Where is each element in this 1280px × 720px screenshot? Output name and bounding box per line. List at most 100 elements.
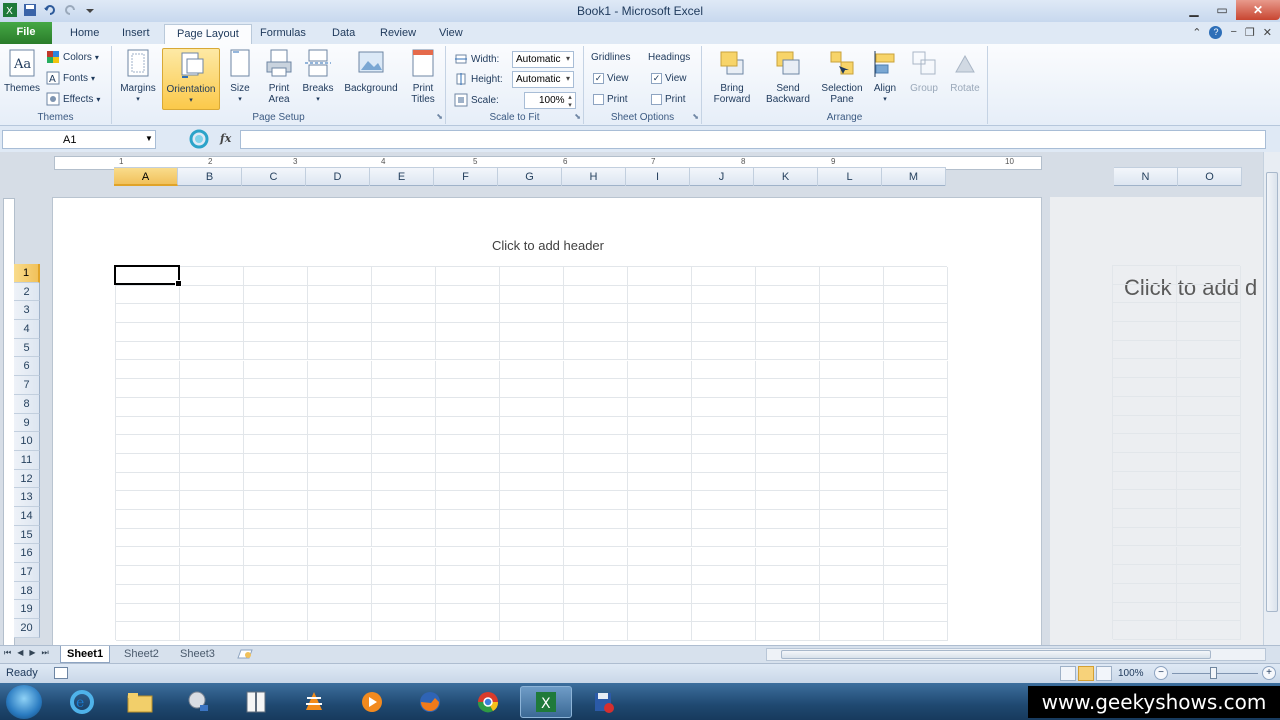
themes-button[interactable]: Aa Themes bbox=[4, 48, 40, 94]
cell[interactable] bbox=[308, 622, 372, 641]
cell[interactable] bbox=[436, 603, 500, 623]
cell[interactable] bbox=[500, 360, 564, 380]
cell[interactable] bbox=[692, 323, 756, 342]
cell[interactable] bbox=[372, 397, 436, 417]
cell[interactable] bbox=[436, 323, 500, 342]
cell[interactable] bbox=[1177, 396, 1241, 416]
cell[interactable] bbox=[180, 510, 244, 529]
print-area-button[interactable]: Print Area bbox=[260, 48, 298, 105]
page-setup-launcher-icon[interactable]: ⬊ bbox=[436, 112, 443, 121]
row-header-15[interactable]: 15 bbox=[14, 525, 40, 545]
cell[interactable] bbox=[692, 285, 756, 305]
last-sheet-icon[interactable]: ⏭ bbox=[42, 648, 49, 658]
cell[interactable] bbox=[628, 454, 692, 473]
cell[interactable] bbox=[1177, 565, 1241, 584]
cell[interactable] bbox=[564, 379, 628, 398]
cell[interactable] bbox=[692, 454, 756, 473]
cell[interactable] bbox=[1177, 527, 1241, 547]
cell[interactable] bbox=[1113, 471, 1177, 491]
cell[interactable] bbox=[116, 323, 180, 342]
row-header-12[interactable]: 12 bbox=[14, 469, 40, 489]
effects-button[interactable]: Effects ▾ bbox=[46, 92, 100, 106]
column-header-k[interactable]: K bbox=[754, 168, 818, 186]
cell[interactable] bbox=[1113, 527, 1177, 547]
row-header-4[interactable]: 4 bbox=[14, 320, 40, 339]
cell[interactable] bbox=[372, 491, 436, 511]
cell[interactable] bbox=[1113, 621, 1177, 640]
row-header-9[interactable]: 9 bbox=[14, 413, 40, 433]
cell[interactable] bbox=[308, 584, 372, 604]
cell[interactable] bbox=[884, 435, 948, 454]
cell[interactable] bbox=[1177, 509, 1241, 528]
cell[interactable] bbox=[436, 584, 500, 604]
cell[interactable] bbox=[1177, 359, 1241, 379]
cell[interactable] bbox=[500, 603, 564, 623]
breaks-button[interactable]: Breaks ▾ bbox=[300, 48, 336, 105]
cell[interactable] bbox=[180, 397, 244, 417]
cell[interactable] bbox=[308, 360, 372, 380]
cell[interactable] bbox=[1113, 303, 1177, 323]
cell[interactable] bbox=[628, 267, 692, 286]
cell[interactable] bbox=[692, 528, 756, 548]
cell[interactable] bbox=[500, 566, 564, 585]
cell[interactable] bbox=[244, 454, 308, 473]
prev-sheet-icon[interactable]: ◀ bbox=[17, 648, 23, 658]
cell[interactable] bbox=[244, 416, 308, 436]
cell[interactable] bbox=[820, 304, 884, 324]
cell[interactable] bbox=[180, 547, 244, 567]
cell[interactable] bbox=[116, 566, 180, 585]
cell[interactable] bbox=[756, 528, 820, 548]
cell[interactable] bbox=[756, 379, 820, 398]
cell[interactable] bbox=[116, 454, 180, 473]
first-sheet-icon[interactable]: ⏮ bbox=[4, 648, 11, 658]
column-header-f[interactable]: F bbox=[434, 168, 498, 186]
page-layout-view-button[interactable] bbox=[1078, 666, 1094, 681]
cell[interactable] bbox=[1177, 471, 1241, 491]
cell[interactable] bbox=[756, 584, 820, 604]
cell[interactable] bbox=[500, 528, 564, 548]
cell[interactable] bbox=[564, 323, 628, 342]
cell[interactable] bbox=[436, 622, 500, 641]
chrome-icon[interactable] bbox=[462, 686, 514, 718]
cell[interactable] bbox=[820, 603, 884, 623]
cell[interactable] bbox=[500, 472, 564, 492]
cell[interactable] bbox=[244, 547, 308, 567]
cell[interactable] bbox=[756, 341, 820, 361]
cell[interactable] bbox=[884, 397, 948, 417]
cell[interactable] bbox=[180, 341, 244, 361]
cell[interactable] bbox=[372, 379, 436, 398]
rotate-button[interactable]: Rotate bbox=[946, 48, 984, 94]
vertical-scroll-thumb[interactable] bbox=[1266, 172, 1278, 612]
cell[interactable] bbox=[1113, 266, 1177, 285]
cell[interactable] bbox=[628, 360, 692, 380]
internet-explorer-icon[interactable]: e bbox=[56, 686, 108, 718]
horizontal-scroll-thumb[interactable] bbox=[781, 650, 1211, 659]
cell[interactable] bbox=[692, 304, 756, 324]
cell[interactable] bbox=[820, 435, 884, 454]
cell[interactable] bbox=[756, 435, 820, 454]
cell[interactable] bbox=[116, 397, 180, 417]
cell[interactable] bbox=[756, 304, 820, 324]
cell[interactable] bbox=[628, 341, 692, 361]
cell[interactable] bbox=[564, 285, 628, 305]
cell[interactable] bbox=[564, 528, 628, 548]
orientation-button[interactable]: Orientation ▾ bbox=[162, 48, 220, 110]
cell[interactable] bbox=[180, 267, 244, 286]
tab-file[interactable]: File bbox=[0, 22, 52, 44]
zoom-slider-thumb[interactable] bbox=[1210, 667, 1217, 679]
cell[interactable] bbox=[756, 603, 820, 623]
cell[interactable] bbox=[308, 603, 372, 623]
cell[interactable] bbox=[116, 285, 180, 305]
cell[interactable] bbox=[692, 397, 756, 417]
sheet-options-launcher-icon[interactable]: ⬊ bbox=[692, 112, 699, 121]
book-app-icon[interactable] bbox=[230, 686, 282, 718]
cell[interactable] bbox=[1113, 490, 1177, 510]
cell[interactable] bbox=[884, 528, 948, 548]
cell[interactable] bbox=[116, 603, 180, 623]
cell[interactable] bbox=[244, 472, 308, 492]
cell[interactable] bbox=[564, 304, 628, 324]
cell[interactable] bbox=[180, 435, 244, 454]
cell[interactable] bbox=[180, 491, 244, 511]
sheet-tab-sheet3[interactable]: Sheet3 bbox=[174, 646, 221, 663]
cell[interactable] bbox=[180, 416, 244, 436]
